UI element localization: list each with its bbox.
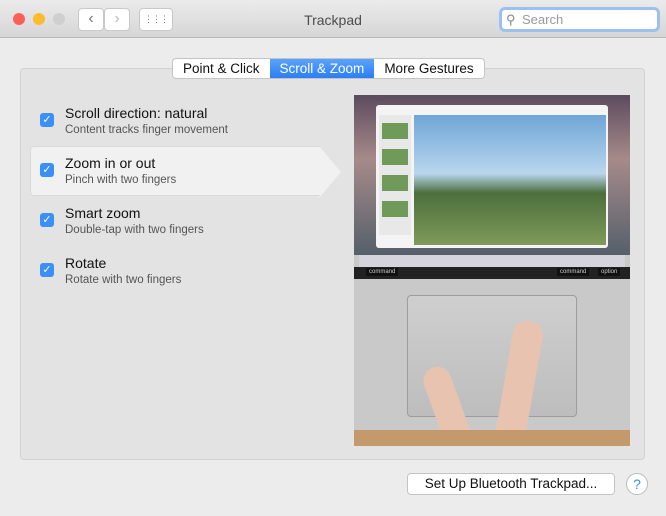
tab-scroll-zoom[interactable]: Scroll & Zoom [269,59,375,78]
photo-thumbnails [379,115,411,235]
selection-arrow [319,146,341,198]
checkbox-checked-icon[interactable]: ✓ [40,113,54,127]
checkbox-checked-icon[interactable]: ✓ [40,163,54,177]
keyboard: command command option [354,267,630,279]
dock [359,255,625,267]
photos-window [376,105,608,248]
checkbox-checked-icon[interactable]: ✓ [40,213,54,227]
desktop-scene [354,95,630,267]
key-label: option [598,268,621,276]
search-placeholder: Search [522,12,564,27]
search-input[interactable]: ⚲ Search [499,7,660,32]
help-button[interactable]: ? [626,473,648,495]
option-label: Scroll direction: natural [65,105,208,121]
tab-point-click[interactable]: Point & Click [173,59,270,78]
tab-more-gestures[interactable]: More Gestures [374,59,483,78]
option-description: Pinch with two fingers [65,174,177,186]
option-label: Rotate [65,255,107,271]
key-label: command [366,268,399,276]
desk [354,430,630,446]
checkbox-checked-icon[interactable]: ✓ [40,263,54,277]
option-zoom-in-out[interactable]: ✓ Zoom in or out Pinch with two fingers [30,146,320,196]
option-description: Content tracks finger movement [65,124,228,136]
tab-bar: Point & Click Scroll & Zoom More Gesture… [172,58,485,79]
option-label: Smart zoom [65,205,141,221]
gesture-preview-video: command command option [354,95,630,446]
option-smart-zoom[interactable]: ✓ Smart zoom Double-tap with two fingers [30,196,330,246]
search-icon: ⚲ [506,12,516,27]
title-bar: ‹ › ⋮⋮⋮ Trackpad ⚲ Search [0,0,666,38]
option-scroll-direction[interactable]: ✓ Scroll direction: natural Content trac… [30,96,330,146]
hikers-photo [414,115,606,245]
option-rotate[interactable]: ✓ Rotate Rotate with two fingers [30,246,330,296]
key-label: command [557,268,590,276]
option-description: Rotate with two fingers [65,274,182,286]
setup-bluetooth-trackpad-button[interactable]: Set Up Bluetooth Trackpad... [407,473,615,495]
option-description: Double-tap with two fingers [65,224,204,236]
option-label: Zoom in or out [65,155,156,171]
